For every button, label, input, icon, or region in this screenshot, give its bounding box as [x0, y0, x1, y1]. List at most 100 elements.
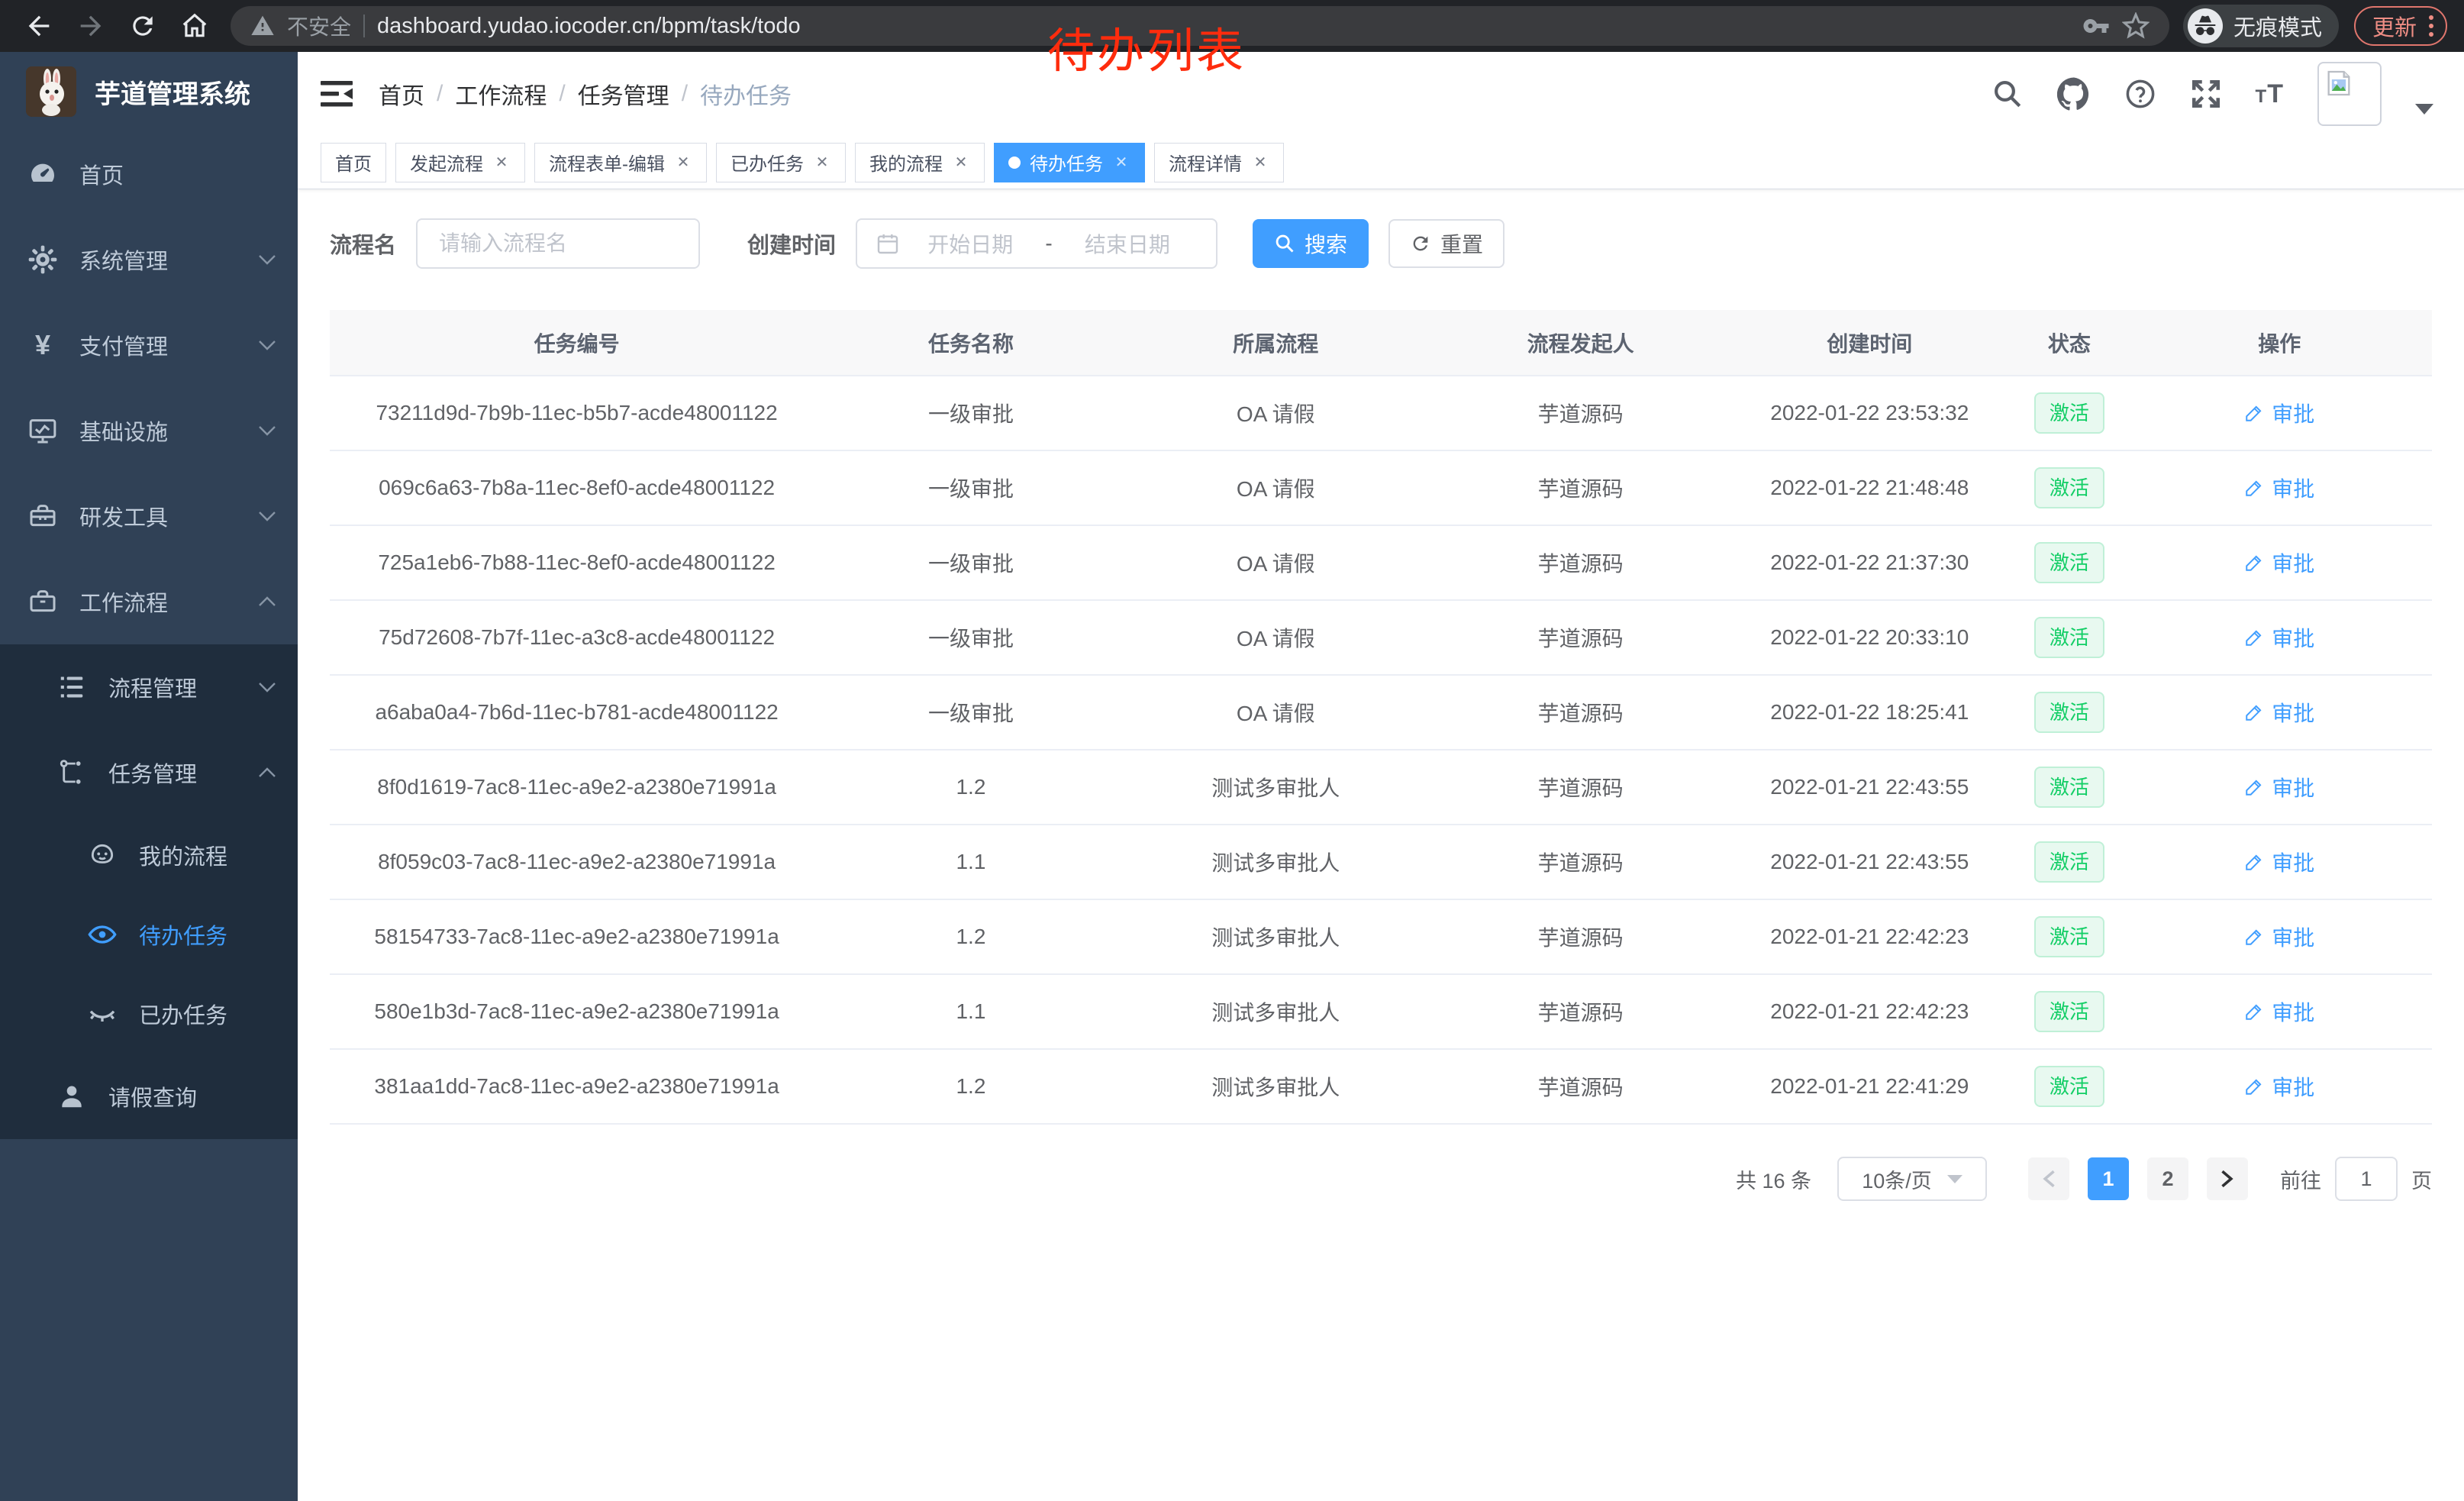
- approve-link[interactable]: 审批: [2244, 1071, 2314, 1102]
- key-icon[interactable]: [2082, 12, 2110, 40]
- sidebar-item-todo-tasks[interactable]: 待办任务: [0, 895, 298, 974]
- sidebar-item-leave-query[interactable]: 请假查询: [0, 1054, 298, 1139]
- fullscreen-icon[interactable]: [2190, 78, 2222, 110]
- page-2-button[interactable]: 2: [2147, 1157, 2188, 1200]
- action-cell: 审批: [2127, 974, 2432, 1049]
- help-icon[interactable]: [2124, 78, 2156, 110]
- approve-link[interactable]: 审批: [2244, 922, 2314, 952]
- close-icon[interactable]: [1251, 153, 1269, 172]
- back-icon[interactable]: [17, 8, 61, 44]
- starter-cell: 芋道源码: [1434, 450, 1728, 525]
- close-icon[interactable]: [1112, 153, 1130, 172]
- close-icon[interactable]: [813, 153, 831, 172]
- close-icon[interactable]: [674, 153, 692, 172]
- reload-icon[interactable]: [121, 8, 165, 44]
- column-header: 创建时间: [1727, 310, 2011, 376]
- approve-label: 审批: [2272, 622, 2314, 653]
- sidebar-item-label: 首页: [79, 158, 276, 190]
- github-icon[interactable]: [2057, 77, 2091, 111]
- sidebar-item-task-mgmt[interactable]: 任务管理: [0, 730, 298, 815]
- status-cell: 激活: [2011, 825, 2127, 899]
- task-name-cell: 1.2: [824, 1049, 1118, 1124]
- app-logo-row[interactable]: 芋道管理系统: [0, 52, 298, 131]
- view-tab[interactable]: 待办任务: [994, 143, 1145, 182]
- view-tab[interactable]: 已办任务: [716, 143, 846, 182]
- date-range-picker[interactable]: 开始日期 - 结束日期: [856, 218, 1217, 269]
- avatar[interactable]: [2317, 62, 2382, 126]
- sidebar-item-infrastructure[interactable]: 基础设施: [0, 388, 298, 473]
- process-cell: OA 请假: [1118, 600, 1434, 675]
- breadcrumb-workflow[interactable]: 工作流程: [455, 77, 547, 111]
- approve-link[interactable]: 审批: [2244, 473, 2314, 503]
- approve-link[interactable]: 审批: [2244, 996, 2314, 1027]
- breadcrumb-task-mgmt[interactable]: 任务管理: [578, 77, 669, 111]
- view-tab[interactable]: 流程详情: [1154, 143, 1284, 182]
- page-1-button[interactable]: 1: [2088, 1157, 2129, 1200]
- chevron-down-icon: [258, 254, 276, 265]
- calendar-icon: [876, 231, 900, 256]
- task-name-cell: 1.2: [824, 750, 1118, 825]
- sidebar-item-done-tasks[interactable]: 已办任务: [0, 974, 298, 1054]
- sidebar-item-label: 请假查询: [108, 1080, 276, 1112]
- starter-cell: 芋道源码: [1434, 974, 1728, 1049]
- view-tab[interactable]: 我的流程: [855, 143, 985, 182]
- browser-update-button[interactable]: 更新: [2354, 6, 2447, 46]
- approve-link[interactable]: 审批: [2244, 847, 2314, 877]
- home-icon[interactable]: [173, 8, 217, 44]
- page-size-select[interactable]: 10条/页: [1837, 1157, 1987, 1201]
- tab-label: 首页: [335, 149, 372, 176]
- approve-link[interactable]: 审批: [2244, 697, 2314, 728]
- next-page-button[interactable]: [2207, 1157, 2248, 1200]
- process-name-input[interactable]: [416, 218, 700, 269]
- create-time-cell: 2022-01-21 22:43:55: [1727, 825, 2011, 899]
- sidebar-item-workflow[interactable]: 工作流程: [0, 559, 298, 644]
- sidebar-item-label: 我的流程: [139, 839, 276, 871]
- avatar-caret-icon[interactable]: [2415, 104, 2433, 115]
- view-tab[interactable]: 流程表单-编辑: [534, 143, 707, 182]
- close-icon[interactable]: [492, 153, 511, 172]
- approve-link[interactable]: 审批: [2244, 622, 2314, 653]
- search-icon[interactable]: [1992, 78, 2024, 110]
- search-button[interactable]: 搜索: [1253, 219, 1369, 268]
- process-cell: 测试多审批人: [1118, 899, 1434, 974]
- bookmark-star-icon[interactable]: [2122, 12, 2150, 40]
- table-row: 73211d9d-7b9b-11ec-b5b7-acde48001122 一级审…: [330, 376, 2432, 450]
- browser-menu-icon[interactable]: [2429, 15, 2433, 37]
- approve-label: 审批: [2272, 922, 2314, 952]
- approve-label: 审批: [2272, 697, 2314, 728]
- sidebar-item-payment[interactable]: ¥ 支付管理: [0, 302, 298, 388]
- breadcrumb-separator: /: [682, 81, 688, 107]
- sidebar-item-system[interactable]: 系统管理: [0, 217, 298, 302]
- update-label: 更新: [2372, 10, 2417, 42]
- sidebar-collapse-icon[interactable]: [321, 80, 353, 108]
- tab-label: 已办任务: [730, 149, 804, 176]
- approve-link[interactable]: 审批: [2244, 547, 2314, 578]
- status-badge: 激活: [2034, 617, 2104, 658]
- create-time-label: 创建时间: [747, 228, 836, 260]
- task-name-cell: 一级审批: [824, 600, 1118, 675]
- breadcrumb-home[interactable]: 首页: [379, 77, 424, 111]
- view-tab[interactable]: 发起流程: [395, 143, 525, 182]
- approve-link[interactable]: 审批: [2244, 772, 2314, 802]
- task-name-cell: 1.1: [824, 825, 1118, 899]
- font-size-icon[interactable]: TT: [2256, 79, 2284, 109]
- prev-page-button[interactable]: [2028, 1157, 2069, 1200]
- approve-link[interactable]: 审批: [2244, 398, 2314, 428]
- forward-icon[interactable]: [69, 8, 113, 44]
- sidebar-item-label: 工作流程: [79, 586, 258, 618]
- task-id-cell: 58154733-7ac8-11ec-a9e2-a2380e71991a: [330, 899, 824, 974]
- reset-button[interactable]: 重置: [1388, 219, 1505, 268]
- goto-page-input[interactable]: [2335, 1157, 2398, 1201]
- table-row: 381aa1dd-7ac8-11ec-a9e2-a2380e71991a 1.2…: [330, 1049, 2432, 1124]
- sidebar-item-process-mgmt[interactable]: 流程管理: [0, 644, 298, 730]
- starter-cell: 芋道源码: [1434, 825, 1728, 899]
- briefcase-icon: [26, 586, 60, 617]
- address-divider: [363, 15, 365, 37]
- sidebar-item-home[interactable]: 首页: [0, 131, 298, 217]
- status-cell: 激活: [2011, 376, 2127, 450]
- view-tab[interactable]: 首页: [321, 143, 386, 182]
- sidebar-item-my-process[interactable]: 我的流程: [0, 815, 298, 895]
- close-icon[interactable]: [952, 153, 970, 172]
- sidebar-item-devtools[interactable]: 研发工具: [0, 473, 298, 559]
- reset-button-label: 重置: [1440, 228, 1483, 259]
